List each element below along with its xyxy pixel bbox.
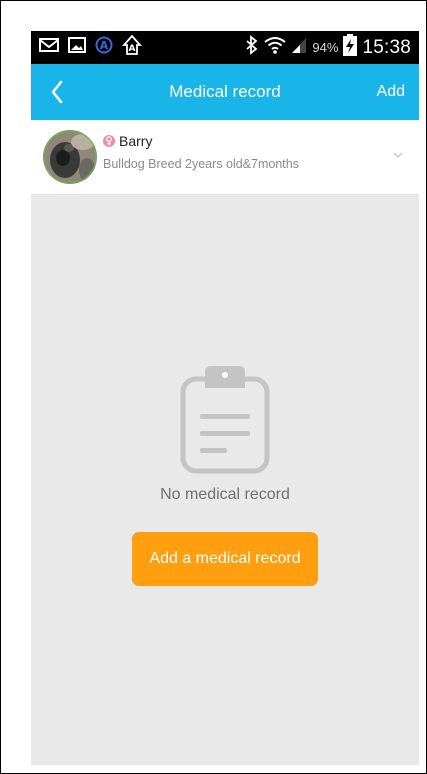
pet-description: Bulldog Breed 2years old&7months (103, 157, 299, 171)
add-button[interactable]: Add (377, 64, 405, 120)
status-bar-time: 15:38 (362, 36, 411, 58)
svg-text:A: A (100, 39, 109, 52)
pet-name-row: Barry (103, 133, 152, 149)
a-circle-icon: A (95, 36, 113, 59)
wifi-icon (264, 35, 287, 60)
battery-charging-icon (343, 34, 358, 61)
device-frame: A A 94% 15:38 Medical record Add Barry B… (0, 0, 427, 774)
bluetooth-icon (245, 35, 259, 60)
svg-text:A: A (129, 44, 136, 54)
pet-selector[interactable]: Barry Bulldog Breed 2years old&7months (31, 120, 419, 195)
clipboard-icon (179, 364, 271, 474)
status-bar-system: 94% 15:38 (245, 31, 411, 64)
chevron-down-icon[interactable] (391, 148, 405, 162)
image-icon (68, 37, 86, 58)
app-bar: Medical record Add (31, 64, 419, 120)
page-title: Medical record (169, 82, 281, 101)
status-bar: A A 94% 15:38 (31, 31, 419, 64)
pet-avatar (43, 130, 97, 184)
signal-icon (291, 36, 307, 59)
mail-icon (39, 37, 59, 58)
add-medical-record-button[interactable]: Add a medical record (132, 532, 318, 586)
a-arrow-icon: A (121, 34, 143, 60)
empty-state-message: No medical record (160, 486, 290, 503)
battery-percent: 94% (312, 40, 339, 55)
app-screen: A A 94% 15:38 Medical record Add Barry B… (31, 31, 419, 765)
pet-name: Barry (119, 133, 153, 149)
female-icon (103, 135, 115, 147)
status-bar-notifications: A A (39, 31, 143, 64)
